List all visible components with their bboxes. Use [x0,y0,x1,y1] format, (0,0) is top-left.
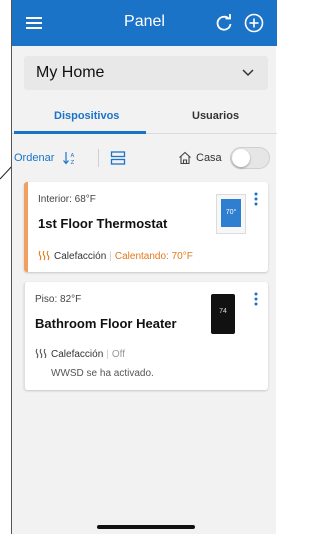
device-card-1st-floor-thermostat[interactable]: Interior: 68°F 1st Floor Thermostat 70° … [24,182,268,272]
list-view-icon[interactable] [110,150,126,166]
thermostat-display: 70° [221,199,241,227]
status-divider: | [106,349,109,360]
svg-text:Z: Z [71,160,75,166]
home-selector-dropdown[interactable]: My Home [24,56,268,90]
device-list-toolbar: Ordenar A Z Casa [12,146,277,170]
device-status-line: Calefacción | Off [35,348,125,360]
sort-button[interactable]: Ordenar [14,152,54,164]
svg-text:A: A [71,153,75,159]
more-options-icon[interactable] [254,292,258,306]
wwsd-notice: WWSD se ha activado. [51,368,154,379]
thermostat-image: 70° [216,194,246,234]
floor-temperature: Piso: 82°F [35,294,82,305]
home-indicator-bar [97,525,195,529]
home-toggle-label: Casa [196,152,222,164]
toggle-knob [232,149,250,167]
sort-icon[interactable]: A Z [62,150,78,166]
add-circle-icon[interactable] [243,12,265,34]
tab-bar: Dispositivos Usuarios [12,100,277,134]
device-name: 1st Floor Thermostat [38,216,168,231]
device-status-line: Calefacción | Calentando: 70°F [38,250,193,262]
top-app-bar: Panel [12,0,277,46]
off-status: Off [111,349,126,360]
house-icon [179,151,191,165]
floor-heater-image: 74 [211,294,235,334]
tab-dispositivos[interactable]: Dispositivos [54,110,119,122]
tab-usuarios[interactable]: Usuarios [192,110,239,122]
active-tab-indicator [14,131,146,134]
heat-icon [38,250,50,261]
indoor-temperature: Interior: 68°F [38,194,96,205]
app-screen: Panel My Home Dispositivos Usuarios Orde… [11,0,277,534]
mode-label: Calefacción [51,349,104,360]
device-name: Bathroom Floor Heater [35,316,177,331]
chevron-down-icon [242,69,254,77]
more-options-icon[interactable] [254,192,258,206]
mode-label: Calefacción [54,251,107,262]
toolbar-divider [98,149,99,167]
home-selector-value: My Home [36,64,105,81]
status-divider: | [109,251,112,262]
home-toggle-switch[interactable] [230,147,270,169]
heating-status: Calentando: 70°F [114,251,193,262]
refresh-icon[interactable] [214,13,234,33]
device-card-bathroom-floor-heater[interactable]: Piso: 82°F Bathroom Floor Heater 74 Cale… [24,282,268,390]
page-title: Panel [124,13,165,30]
heat-icon [35,348,47,359]
